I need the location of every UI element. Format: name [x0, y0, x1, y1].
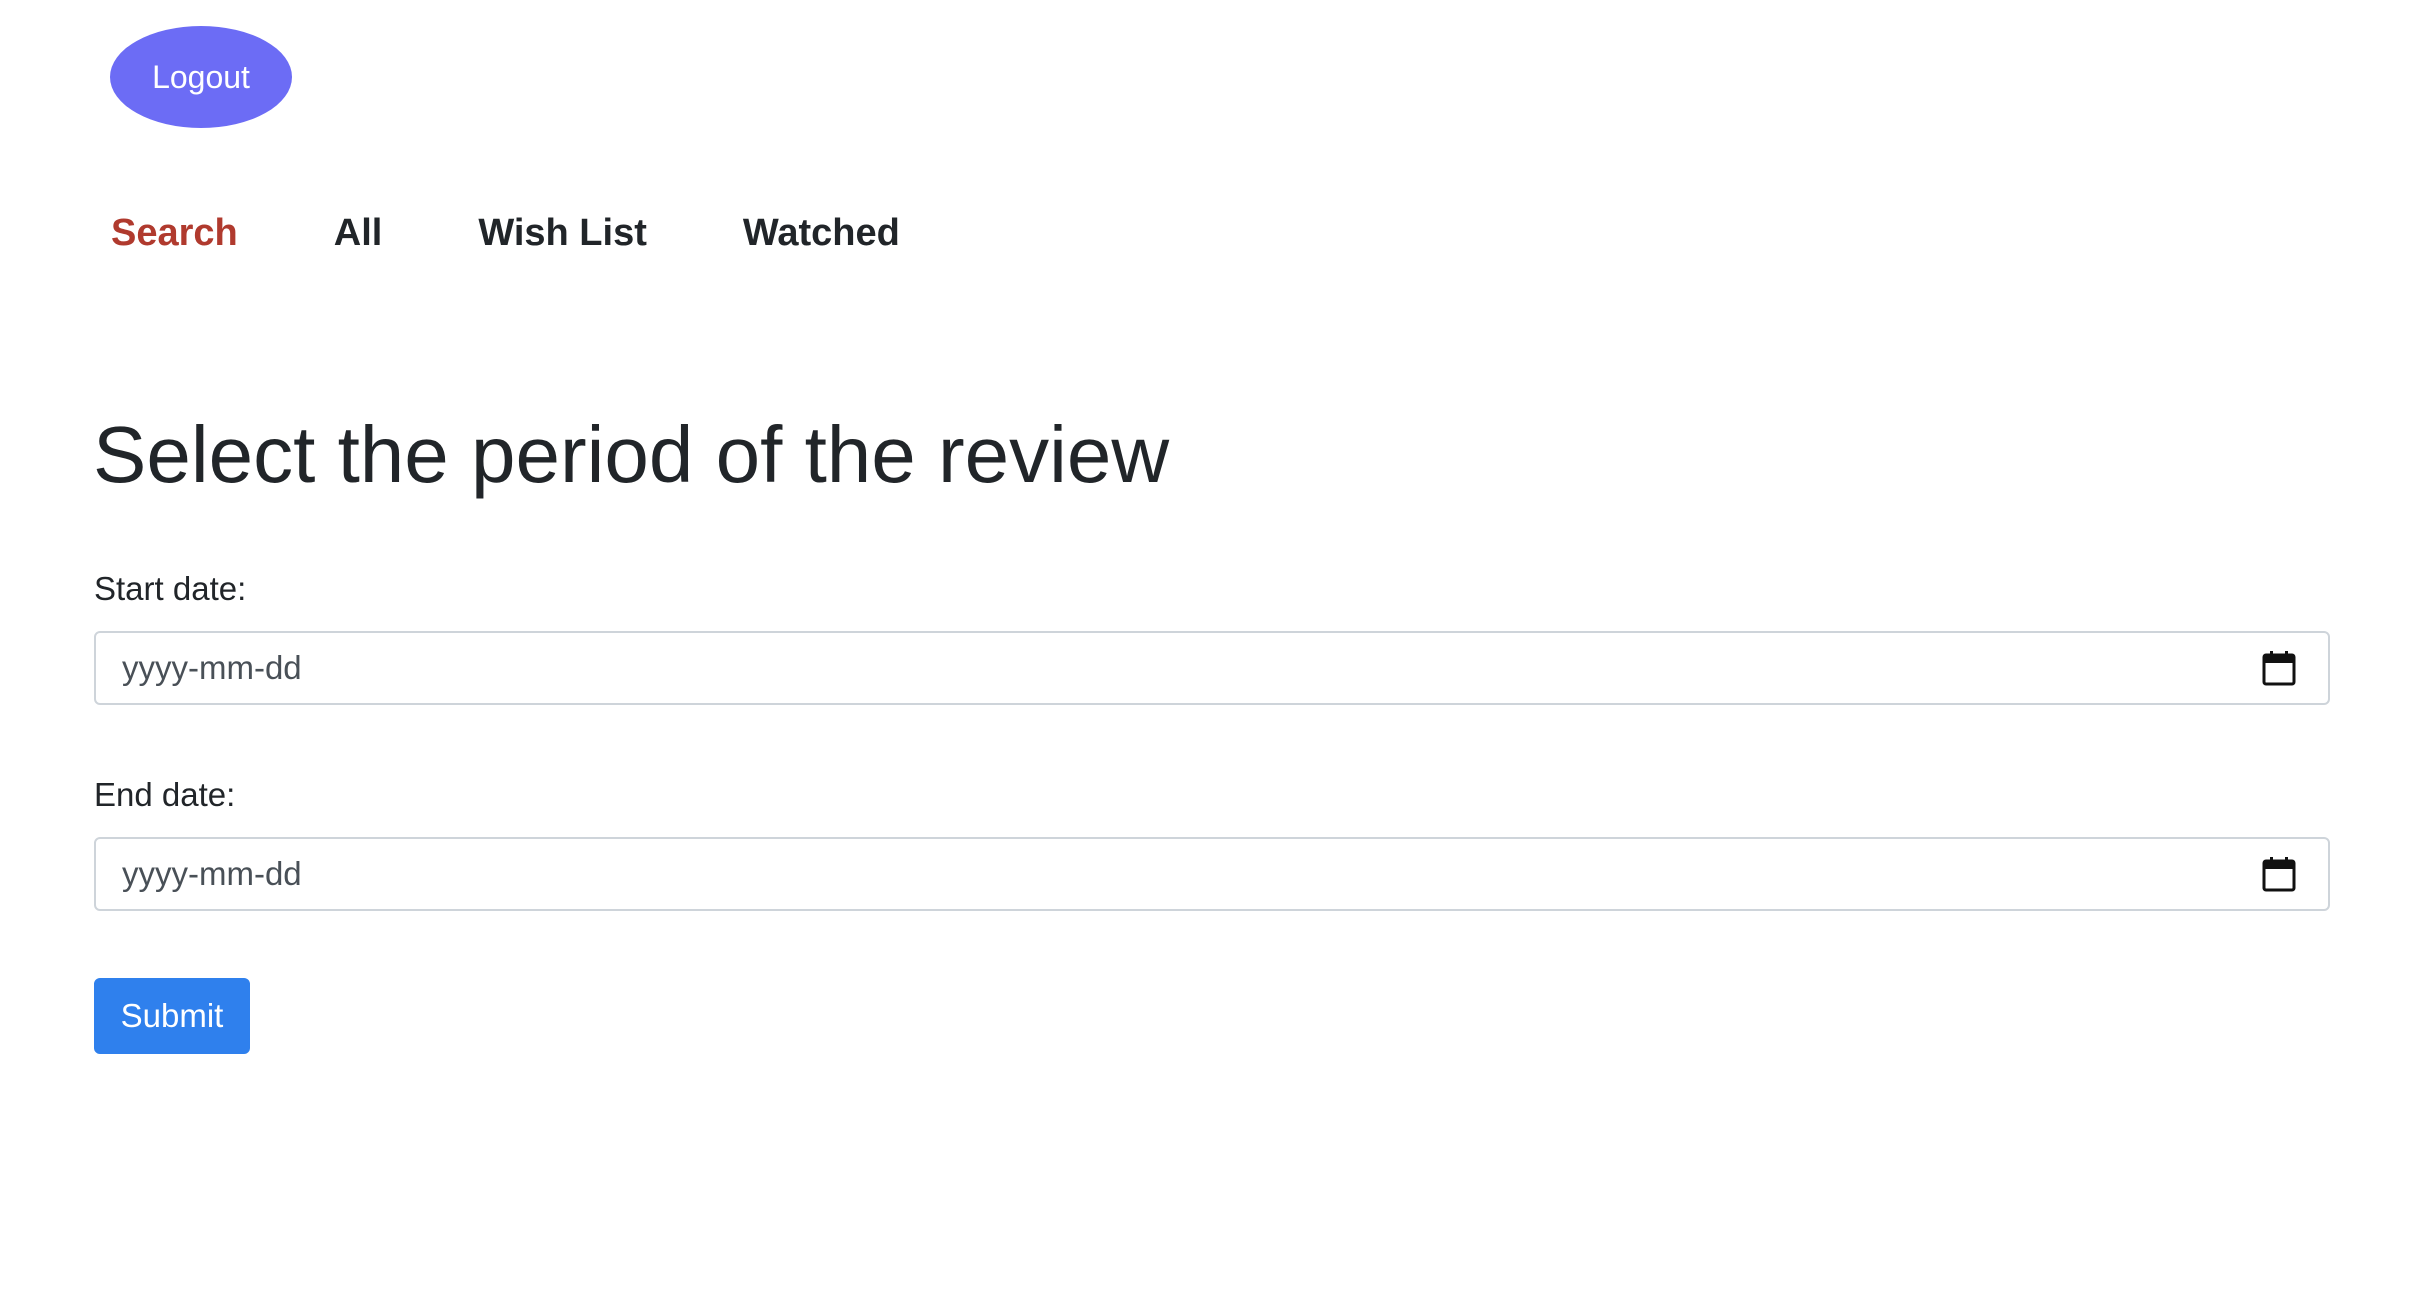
calendar-icon[interactable]	[2262, 650, 2296, 686]
calendar-icon[interactable]	[2262, 856, 2296, 892]
end-date-label: End date:	[94, 776, 236, 813]
start-date-label: Start date:	[94, 570, 247, 607]
start-date-input[interactable]	[96, 633, 2262, 703]
start-date-field[interactable]	[94, 631, 2330, 705]
main-nav: Search All Wish List Watched	[111, 205, 996, 261]
end-date-field[interactable]	[94, 837, 2330, 911]
logout-button[interactable]: Logout	[110, 26, 292, 128]
nav-item-all[interactable]: All	[334, 212, 383, 255]
nav-item-search[interactable]: Search	[111, 212, 238, 255]
nav-item-watched[interactable]: Watched	[743, 212, 900, 255]
nav-item-wish-list[interactable]: Wish List	[478, 212, 647, 255]
end-date-input[interactable]	[96, 839, 2262, 909]
submit-button[interactable]: Submit	[94, 978, 250, 1054]
page-title: Select the period of the review	[93, 410, 1170, 499]
